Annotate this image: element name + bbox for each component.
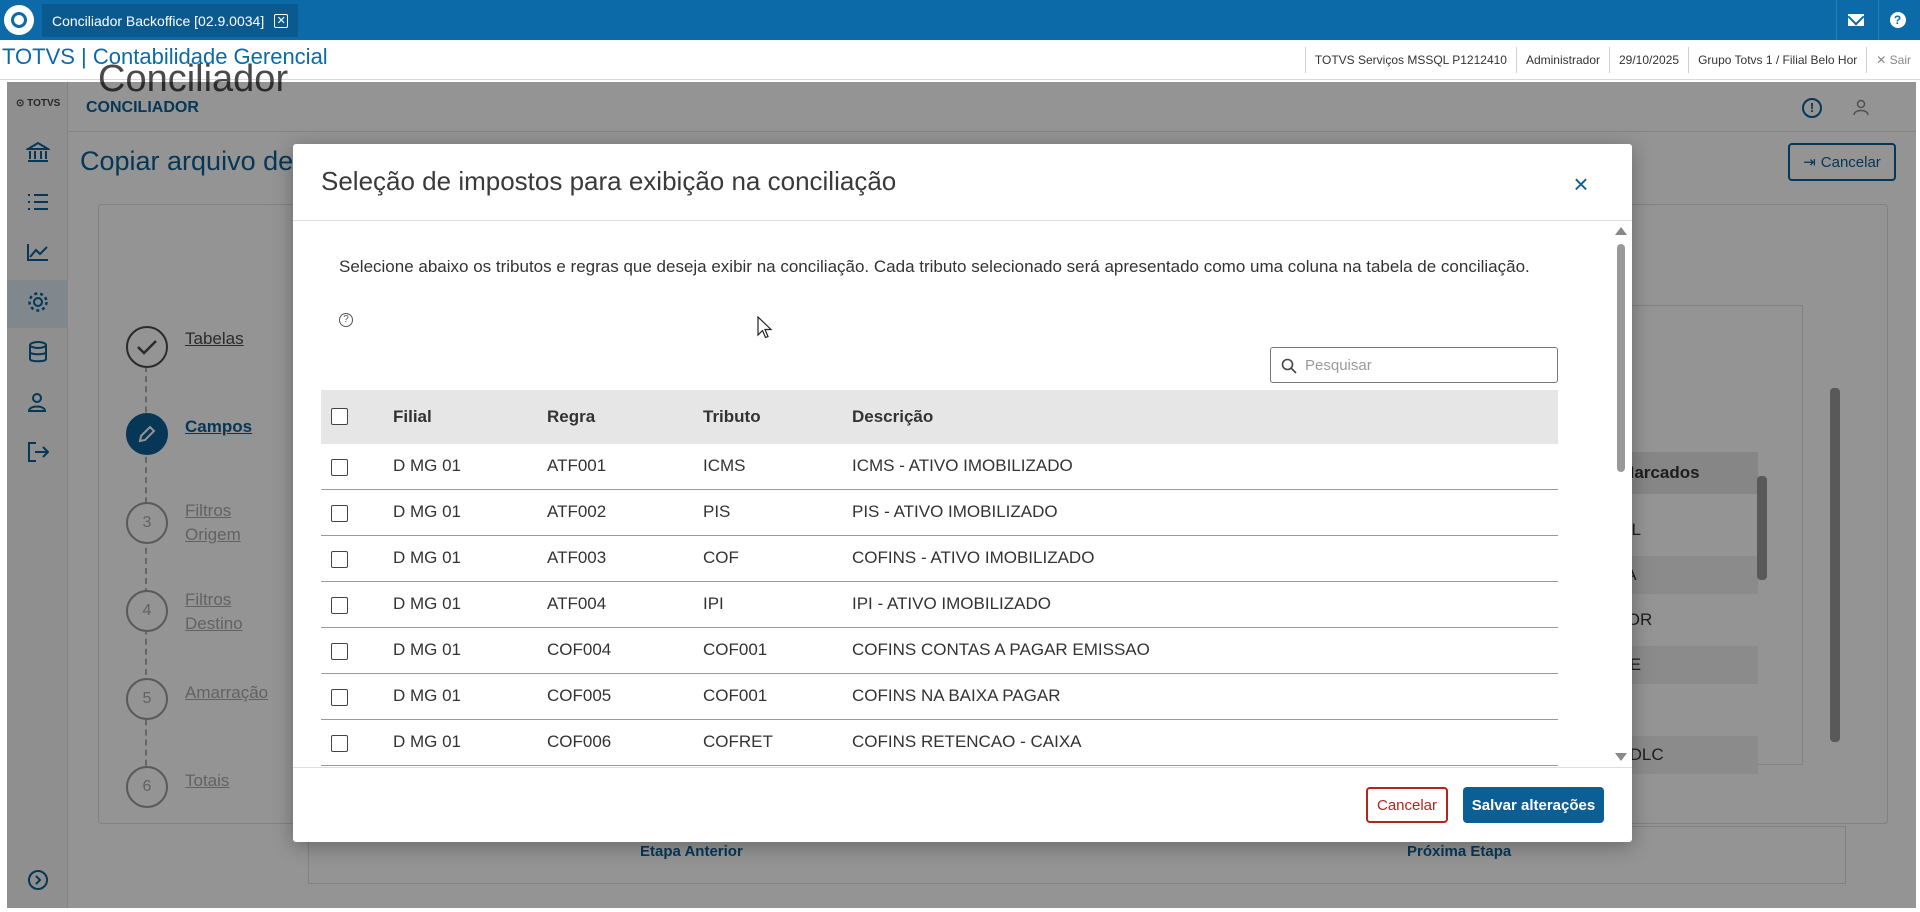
cell-filial: D MG 01 [393,502,462,521]
row-checkbox[interactable] [331,735,348,752]
cell-descricao: COFINS RETENCAO - CAIXA [852,732,1082,751]
modal-title: Seleção de impostos para exibição na con… [321,166,897,196]
table-header: Filial Regra Tributo Descrição [321,390,1558,444]
cell-filial: D MG 01 [393,594,462,613]
col-regra[interactable]: Regra [547,407,595,427]
cell-tributo: COF001 [703,686,768,705]
tax-selection-modal: Seleção de impostos para exibição na con… [293,144,1632,842]
mail-button[interactable] [1836,0,1874,40]
cell-descricao: COFINS NA BAIXA PAGAR [852,686,1061,705]
scroll-up-arrow-icon[interactable] [1615,227,1627,235]
logout-button[interactable]: ✕ Sair [1866,47,1920,73]
date-info: 29/10/2025 [1609,47,1688,73]
col-tributo[interactable]: Tributo [703,407,761,427]
cell-descricao: PIS - ATIVO IMOBILIZADO [852,502,1058,521]
cell-regra: ATF003 [547,548,607,567]
cell-regra: COF004 [547,640,612,659]
col-filial[interactable]: Filial [393,407,432,427]
table-row[interactable]: D MG 01 COF005 COF001 COFINS NA BAIXA PA… [321,674,1558,720]
branch-info: Grupo Totvs 1 / Filial Belo Hor [1688,47,1866,73]
cell-filial: D MG 01 [393,456,462,475]
cell-regra: ATF001 [547,456,607,475]
table-row[interactable]: D MG 01 ATF001 ICMS ICMS - ATIVO IMOBILI… [321,444,1558,490]
divider [293,767,1632,768]
row-checkbox[interactable] [331,643,348,660]
modal-scrollbar-thumb[interactable] [1617,244,1625,472]
mouse-cursor-icon [757,315,773,345]
cell-tributo: IPI [703,594,724,613]
cell-descricao: COFINS - ATIVO IMOBILIZADO [852,548,1095,567]
cell-filial: D MG 01 [393,548,462,567]
table-row[interactable]: D MG 01 COF006 COFRET COFINS RETENCAO - … [321,720,1558,766]
logout-label: Sair [1889,53,1911,67]
mail-icon [1847,14,1864,26]
help-icon: ? [1889,12,1906,28]
cell-regra: COF005 [547,686,612,705]
window-titlebar: Conciliador Backoffice [02.9.0034] ✕ ? [0,0,1920,40]
header-info: TOTVS Serviços MSSQL P1212410 Administra… [1304,47,1920,73]
save-button[interactable]: Salvar alterações [1463,787,1604,823]
cell-filial: D MG 01 [393,732,462,751]
cell-regra: ATF004 [547,594,607,613]
select-all-checkbox[interactable] [331,408,348,425]
cancel-button[interactable]: Cancelar [1366,787,1448,823]
cell-tributo: ICMS [703,456,746,475]
cell-tributo: COFRET [703,732,773,751]
app-logo-icon [4,5,34,35]
close-icon: ✕ [1876,53,1887,67]
cell-tributo: COF [703,548,739,567]
cell-tributo: PIS [703,502,731,521]
help-button[interactable]: ? [1878,0,1916,40]
col-descricao[interactable]: Descrição [852,407,933,427]
table-row[interactable]: D MG 01 ATF004 IPI IPI - ATIVO IMOBILIZA… [321,582,1558,628]
cell-descricao: IPI - ATIVO IMOBILIZADO [852,594,1051,613]
table-row[interactable]: D MG 01 ATF003 COF COFINS - ATIVO IMOBIL… [321,536,1558,582]
scroll-down-arrow-icon[interactable] [1615,753,1627,761]
row-checkbox[interactable] [331,597,348,614]
cell-descricao: ICMS - ATIVO IMOBILIZADO [852,456,1073,475]
row-checkbox[interactable] [331,689,348,706]
cell-filial: D MG 01 [393,686,462,705]
row-checkbox[interactable] [331,551,348,568]
window-tab[interactable]: Conciliador Backoffice [02.9.0034] ✕ [42,4,299,37]
search-icon [1281,358,1297,374]
cell-descricao: COFINS CONTAS A PAGAR EMISSAO [852,640,1150,659]
tab-close-icon[interactable]: ✕ [274,13,289,28]
cell-regra: ATF002 [547,502,607,521]
modal-body: Selecione abaixo os tributos e regras qu… [293,221,1632,767]
help-circle-icon[interactable]: ? [339,313,353,327]
search-input[interactable] [1305,354,1545,376]
modal-description: Selecione abaixo os tributos e regras qu… [339,257,1530,276]
user-info: Administrador [1515,47,1609,73]
row-checkbox[interactable] [331,459,348,476]
cell-tributo: COF001 [703,640,768,659]
window-tab-title: Conciliador Backoffice [02.9.0034] [52,12,265,29]
table-row[interactable]: D MG 01 ATF002 PIS PIS - ATIVO IMOBILIZA… [321,490,1558,536]
search-field[interactable] [1270,347,1558,383]
table-row[interactable]: D MG 01 COF004 COF001 COFINS CONTAS A PA… [321,628,1558,674]
cell-regra: COF006 [547,732,612,751]
row-checkbox[interactable] [331,505,348,522]
close-icon[interactable]: × [1569,171,1593,197]
cell-filial: D MG 01 [393,640,462,659]
server-info: TOTVS Serviços MSSQL P1212410 [1304,47,1516,73]
